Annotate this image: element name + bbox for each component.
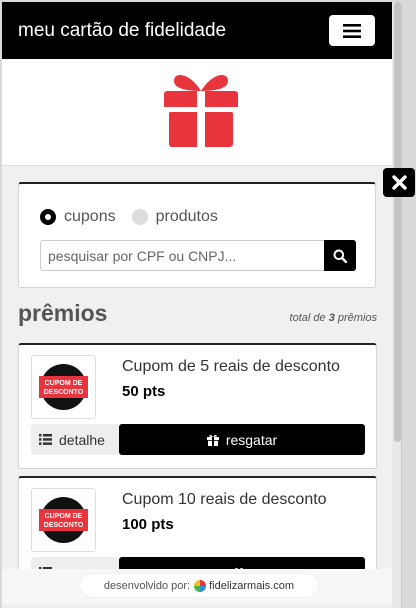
top-bar: meu cartão de fidelidade <box>2 2 401 59</box>
footer-prefix: desenvolvido por: <box>103 579 191 592</box>
prizes-total: total de 3 prêmios <box>290 312 377 324</box>
prizes-heading: prêmios <box>18 300 108 326</box>
powered-by-link[interactable]: desenvolvido por: fidelizarmais.com <box>80 574 318 597</box>
total-suffix: prêmios <box>337 312 377 324</box>
prize-points: 100 pts <box>122 516 174 533</box>
redeem-label: resgatar <box>225 431 278 448</box>
prizes-header: prêmios total de 3 prêmios <box>18 300 377 327</box>
prize-name: Cupom de 5 reais de desconto <box>122 358 340 375</box>
svg-text:CUPOM DE: CUPOM DE <box>45 380 83 387</box>
svg-text:DESCONTO: DESCONTO <box>44 522 84 529</box>
close-icon <box>391 175 407 190</box>
hero-banner <box>2 59 401 166</box>
search-button[interactable] <box>324 240 356 271</box>
search-card: cupons produtos <box>18 182 376 288</box>
total-prefix: total de <box>289 312 326 324</box>
gift-icon <box>164 75 238 147</box>
scrollbar-thumb[interactable] <box>394 2 401 442</box>
list-icon <box>39 434 52 445</box>
detail-label: detalhe <box>59 431 105 448</box>
close-button[interactable] <box>383 168 415 197</box>
prize-card: CUPOM DE DESCONTO Cupom de 5 reais de de… <box>18 343 377 469</box>
coupon-image: CUPOM DE DESCONTO <box>39 497 88 543</box>
radio-label-produtos: produtos <box>155 208 218 225</box>
radio-produtos[interactable] <box>131 209 148 225</box>
page-title: meu cartão de fidelidade <box>18 19 227 41</box>
radio-cupons[interactable] <box>40 209 56 225</box>
svg-text:CUPOM DE: CUPOM DE <box>45 513 83 520</box>
search-type-options: cupons produtos <box>40 208 234 226</box>
footer: desenvolvido por: fidelizarmais.com <box>2 569 401 604</box>
prize-name: Cupom 10 reais de desconto <box>122 491 327 508</box>
redeem-button[interactable]: resgatar <box>119 424 365 455</box>
loyalty-panel: meu cartão de fidelidade cupons produtos <box>2 2 402 608</box>
hamburger-icon <box>343 23 361 38</box>
prize-thumbnail: CUPOM DE DESCONTO <box>31 488 96 552</box>
menu-button[interactable] <box>329 15 375 46</box>
gift-small-icon <box>206 434 219 446</box>
search-input[interactable] <box>41 241 324 270</box>
brand-logo-icon <box>194 579 207 592</box>
prize-points: 50 pts <box>122 383 166 400</box>
prize-thumbnail: CUPOM DE DESCONTO <box>31 355 96 419</box>
coupon-image: CUPOM DE DESCONTO <box>39 364 88 410</box>
radio-label-cupons: cupons <box>64 208 116 225</box>
search-icon <box>333 249 347 263</box>
search-box <box>40 240 356 271</box>
detail-button[interactable]: detalhe <box>31 424 119 455</box>
footer-brand: fidelizarmais.com <box>209 579 295 592</box>
svg-text:DESCONTO: DESCONTO <box>44 389 84 396</box>
total-count: 3 <box>328 312 335 324</box>
